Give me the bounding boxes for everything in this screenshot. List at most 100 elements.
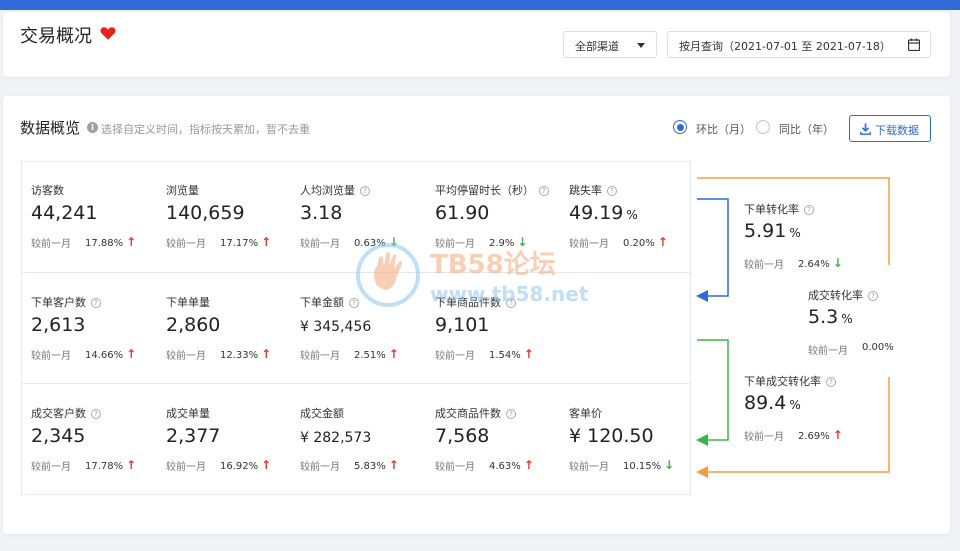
- radio-yoy-label: 同比（年）: [779, 123, 834, 136]
- date-range-picker[interactable]: 按月查询（2021-07-01 至 2021-07-18）: [667, 31, 931, 58]
- help-icon[interactable]: ?: [868, 291, 878, 301]
- conversion-label: 成交转化率?: [808, 287, 878, 303]
- metric-label: 人均浏览量?: [300, 182, 370, 198]
- help-icon[interactable]: ?: [607, 186, 617, 196]
- arrow-up-icon: ↑: [261, 347, 272, 361]
- conversion-metric: 成交转化率? 5.3% 较前一月 0.00%: [808, 287, 960, 367]
- compare-label: 较前一月: [300, 462, 340, 473]
- channel-select-value: 全部渠道: [575, 40, 619, 53]
- conversion-label: 下单成交转化率?: [744, 373, 836, 389]
- metric-label: 下单客户数?: [31, 294, 101, 310]
- metric-label: 客单价: [569, 407, 602, 420]
- info-icon: i: [87, 122, 98, 133]
- conversion-value: 89.4%: [744, 392, 801, 414]
- compare-label: 较前一月: [744, 432, 784, 443]
- top-accent-bar: [0, 0, 960, 10]
- metric-value: ¥ 120.50: [569, 425, 654, 447]
- arrow-up-icon: ↑: [126, 235, 137, 249]
- watermark-url: www.tb58.net: [430, 282, 589, 306]
- metric-label: 平均停留时长（秒）?: [435, 182, 549, 198]
- help-icon[interactable]: ?: [91, 298, 101, 308]
- compare-label: 较前一月: [31, 239, 71, 250]
- metric-value: ¥ 345,456: [300, 319, 372, 335]
- metric-value: 3.18: [300, 202, 343, 224]
- download-icon: [860, 123, 871, 135]
- compare-label: 较前一月: [569, 462, 609, 473]
- metric-card: 访客数 44,241 较前一月 17.88% ↑: [31, 182, 166, 282]
- arrow-down-icon: ↓: [832, 256, 843, 270]
- metric-label: 访客数: [31, 184, 64, 197]
- arrow-up-icon: ↑: [523, 458, 534, 472]
- conversion-unit: %: [789, 398, 801, 412]
- metric-value: 49.19%: [569, 202, 638, 224]
- arrow-down-icon: ↓: [664, 458, 675, 472]
- metric-label: 成交单量: [166, 407, 210, 420]
- download-button-label: 下载数据: [875, 124, 919, 137]
- radio-yoy[interactable]: [756, 120, 770, 134]
- change-value: 17.88% ↑: [85, 235, 137, 249]
- metric-card: 浏览量 140,659 较前一月 17.17% ↑: [166, 182, 301, 282]
- metric-label: 浏览量: [166, 184, 199, 197]
- metric-value: 9,101: [435, 314, 490, 336]
- metric-card: 下单客户数? 2,613 较前一月 14.66% ↑: [31, 294, 166, 394]
- conversion-metric: 下单成交转化率? 89.4% 较前一月 2.69% ↑: [744, 373, 904, 453]
- help-icon[interactable]: ?: [539, 186, 549, 196]
- change-value: 17.78% ↑: [85, 458, 137, 472]
- watermark-title: TB58论坛: [430, 250, 556, 280]
- change-value: 17.17% ↑: [220, 235, 272, 249]
- metric-value: 61.90: [435, 202, 490, 224]
- conversion-unit: %: [789, 226, 801, 240]
- section-title: 数据概览: [20, 119, 81, 137]
- change-value: 1.54% ↑: [489, 347, 534, 361]
- change-value: 0.20% ↑: [623, 235, 668, 249]
- conversion-label: 下单转化率?: [744, 201, 814, 217]
- metric-label: 跳失率?: [569, 182, 617, 198]
- arrow-up-icon: ↑: [657, 235, 668, 249]
- metric-card: 成交客户数? 2,345 较前一月 17.78% ↑: [31, 405, 166, 505]
- metric-label: 成交金额: [300, 407, 344, 420]
- conversion-value: 5.3%: [808, 306, 853, 328]
- help-icon[interactable]: ?: [826, 377, 836, 387]
- chevron-down-icon: [637, 43, 645, 48]
- metric-label: 下单单量: [166, 296, 210, 309]
- download-button[interactable]: 下载数据: [849, 115, 931, 142]
- compare-label: 较前一月: [31, 462, 71, 473]
- compare-label: 较前一月: [300, 351, 340, 362]
- metric-value: 2,860: [166, 314, 221, 336]
- change-value: 5.83% ↑: [354, 458, 399, 472]
- metric-value: 2,345: [31, 425, 86, 447]
- metric-value: 44,241: [31, 202, 98, 224]
- radio-mom[interactable]: [673, 120, 687, 134]
- watermark: TB58论坛 www.tb58.net: [355, 240, 615, 310]
- change-value: 4.63% ↑: [489, 458, 534, 472]
- metric-value: 140,659: [166, 202, 245, 224]
- calendar-icon: [908, 38, 920, 51]
- metric-value: 2,377: [166, 425, 221, 447]
- change-value: 14.66% ↑: [85, 347, 137, 361]
- arrow-up-icon: ↑: [388, 347, 399, 361]
- change-value: 2.69% ↑: [798, 428, 843, 442]
- compare-label: 较前一月: [166, 239, 206, 250]
- section-hint: 选择自定义时间，指标按天累加，暂不去重: [101, 123, 310, 136]
- compare-label: 较前一月: [435, 462, 475, 473]
- help-icon[interactable]: ?: [804, 205, 814, 215]
- change-value: 16.92% ↑: [220, 458, 272, 472]
- conversion-unit: %: [841, 312, 853, 326]
- metric-label: 成交客户数?: [31, 405, 101, 421]
- hand-logo-icon: [356, 243, 420, 307]
- metric-card: 成交金额 ¥ 282,573 较前一月 5.83% ↑: [300, 405, 435, 505]
- conversion-value: 5.91%: [744, 220, 801, 242]
- radio-mom-label: 环比（月）: [696, 123, 751, 136]
- arrow-up-icon: ↑: [126, 347, 137, 361]
- help-icon[interactable]: ?: [506, 409, 516, 419]
- change-value: 12.33% ↑: [220, 347, 272, 361]
- metric-card: 成交商品件数? 7,568 较前一月 4.63% ↑: [435, 405, 570, 505]
- help-icon[interactable]: ?: [91, 409, 101, 419]
- arrow-up-icon: ↑: [261, 458, 272, 472]
- change-value: 0.00%: [862, 342, 894, 353]
- conversion-metric: 下单转化率? 5.91% 较前一月 2.64% ↓: [744, 201, 904, 281]
- compare-label: 较前一月: [31, 351, 71, 362]
- arrow-up-icon: ↑: [523, 347, 534, 361]
- channel-select[interactable]: 全部渠道: [563, 31, 657, 58]
- help-icon[interactable]: ?: [360, 186, 370, 196]
